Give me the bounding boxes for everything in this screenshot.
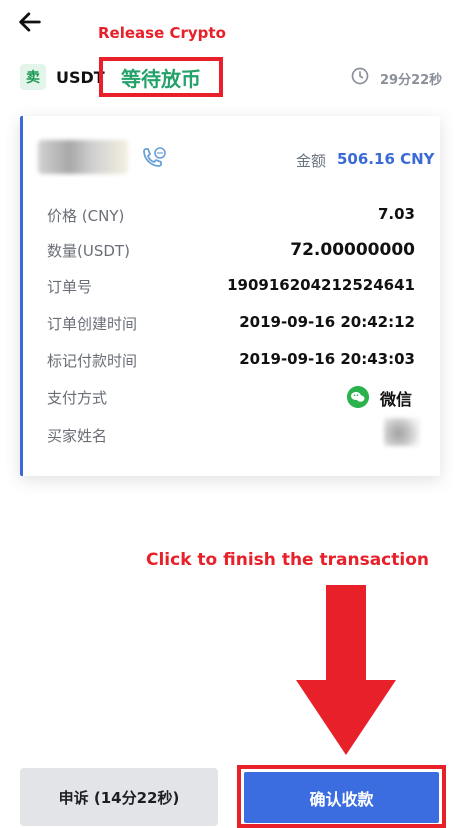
- buyer-name-label: 买家姓名: [47, 427, 108, 445]
- quantity-label: 数量(USDT): [47, 242, 130, 260]
- finish-transaction-annotation: Click to finish the transaction: [146, 550, 429, 570]
- created-time-label: 订单创建时间: [47, 315, 138, 333]
- buyer-name-blurred: [384, 418, 420, 446]
- order-number-value[interactable]: 190916204212524641: [227, 276, 415, 294]
- asset-label: USDT: [56, 68, 105, 87]
- release-countdown: 29分22秒: [380, 73, 443, 88]
- amount-label: 金额: [296, 152, 327, 170]
- down-arrow-annotation-icon: [296, 585, 396, 755]
- payment-method-label: 支付方式: [47, 389, 108, 407]
- clock-icon: [351, 67, 369, 85]
- quantity-value: 72.00000000: [290, 240, 415, 260]
- price-label: 价格 (CNY): [47, 207, 125, 225]
- paid-time-label: 标记付款时间: [47, 352, 138, 370]
- counterparty-name-blurred: [38, 140, 128, 174]
- appeal-button[interactable]: 申诉 (14分22秒): [20, 768, 218, 826]
- release-crypto-annotation: Release Crypto: [98, 24, 226, 42]
- amount-value: 506.16 CNY: [337, 150, 435, 168]
- order-status: 等待放币: [99, 57, 223, 97]
- contact-call-icon[interactable]: [140, 146, 168, 170]
- sell-badge: 卖: [20, 64, 46, 90]
- paid-time-value: 2019-09-16 20:43:03: [239, 350, 415, 368]
- wechat-icon: [347, 386, 369, 408]
- price-value: 7.03: [377, 205, 415, 223]
- confirm-receipt-button[interactable]: 确认收款: [244, 772, 439, 823]
- payment-method-value: 微信: [380, 390, 413, 409]
- order-number-label: 订单号: [47, 278, 93, 296]
- created-time-value: 2019-09-16 20:42:12: [239, 313, 415, 331]
- back-arrow-icon[interactable]: [16, 8, 44, 36]
